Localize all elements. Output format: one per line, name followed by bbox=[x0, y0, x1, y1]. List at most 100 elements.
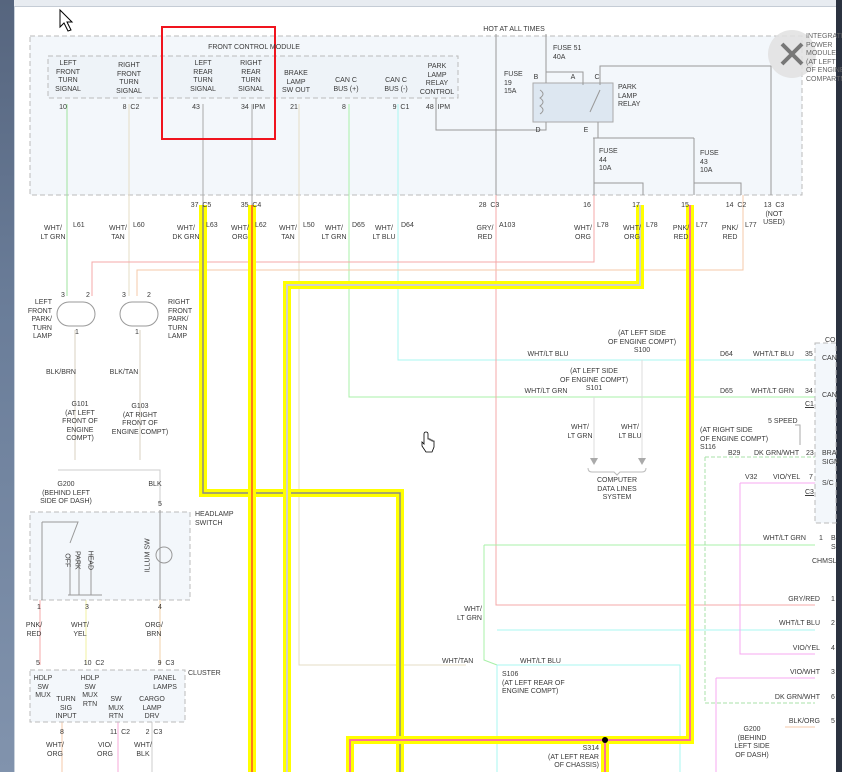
switch-pin: 5 bbox=[158, 501, 162, 508]
wire-color: PNK/ RED bbox=[25, 622, 43, 638]
connector-pin: 16 bbox=[583, 202, 591, 209]
fcm-circuit: CAN C BUS (+) bbox=[333, 77, 359, 93]
fcm-circuit: PARK LAMP RELAY CONTROL bbox=[419, 63, 455, 96]
wire-color: BLK bbox=[148, 481, 162, 488]
computer-data-lines-label: COMPUTER DATA LINES SYSTEM bbox=[596, 477, 638, 502]
lamp-pin: 2 bbox=[86, 292, 90, 299]
connector-pin: 35 C4 bbox=[240, 202, 262, 209]
relay-pin: B bbox=[533, 74, 539, 81]
close-icon bbox=[780, 42, 804, 66]
connector-pin: 13 C3 (NOT USED) bbox=[763, 202, 785, 227]
module-label-fragment: BRA SIGN bbox=[822, 450, 840, 466]
hand-cursor-icon bbox=[421, 431, 435, 453]
module-pin: 1 bbox=[819, 535, 823, 542]
wire-color: WHT/ BLK bbox=[134, 742, 152, 758]
wire-color: DK GRN/WHT bbox=[774, 694, 820, 701]
fcm-circuit: RIGHT FRONT TURN SIGNAL bbox=[116, 62, 142, 95]
left-front-lamp-label: LEFT FRONT PARK/ TURN LAMP bbox=[27, 299, 52, 341]
cluster-circuit: PANEL LAMPS bbox=[153, 675, 177, 691]
mouse-pointer-icon bbox=[59, 8, 74, 32]
wire-id: L61 bbox=[73, 222, 85, 229]
fcm-pin: 34 IPM bbox=[240, 104, 266, 111]
fcm-pin: 8 bbox=[342, 104, 346, 111]
fcm-circuit: BRAKE LAMP SW OUT bbox=[282, 70, 310, 95]
connector-label: C1 bbox=[805, 401, 814, 408]
fcm-circuit: LEFT FRONT TURN SIGNAL bbox=[55, 60, 81, 93]
connector-pin: 17 bbox=[632, 202, 640, 209]
relay-pin: A bbox=[570, 74, 576, 81]
wire-id: L62 bbox=[255, 222, 267, 229]
chmsl-label: CHMSL bbox=[812, 558, 837, 565]
cluster-label: CLUSTER bbox=[188, 670, 221, 677]
switch-pin: 3 bbox=[85, 604, 89, 611]
module-label-fragment: S/C bbox=[822, 480, 834, 487]
wire-color: BLK/BRN bbox=[46, 369, 76, 376]
connector-pin: 15 bbox=[681, 202, 689, 209]
connector-label: C3 bbox=[805, 489, 814, 496]
fcm-pin: 8 C2 bbox=[122, 104, 140, 111]
s314-splice-dot bbox=[602, 737, 608, 743]
module-pin: 2 bbox=[831, 620, 835, 627]
module-pin: 1 bbox=[831, 596, 835, 603]
fcm-pin: 21 bbox=[290, 104, 298, 111]
module-pin: 34 bbox=[805, 388, 813, 395]
wire-color: ORG/ BRN bbox=[145, 622, 163, 638]
wire-id: D64 bbox=[401, 222, 414, 229]
wire-color: WHT/ LT GRN bbox=[456, 606, 482, 622]
relay-pin: D bbox=[535, 127, 541, 134]
wire-color: DK GRN/WHT bbox=[754, 450, 800, 457]
cluster-circuit: HDLP SW MUX RTN bbox=[80, 675, 100, 708]
wire-id: L78 bbox=[646, 222, 658, 229]
cluster-pin: 2 C3 bbox=[145, 729, 163, 736]
wire-id: L77 bbox=[696, 222, 708, 229]
wire-id: D64 bbox=[720, 351, 733, 358]
right-module-box bbox=[814, 342, 837, 524]
wire-color: WHT/LT GRN bbox=[763, 535, 806, 542]
wire-color: WHT/ LT GRN bbox=[567, 424, 593, 440]
wire-color: BLK/ORG bbox=[788, 718, 820, 725]
wire-color: GRY/ RED bbox=[476, 225, 494, 241]
module-pin: 5 bbox=[831, 718, 835, 725]
cluster-pin: 11 C2 bbox=[109, 729, 131, 736]
s101-splice-label: (AT LEFT SIDE OF ENGINE COMPT) S101 bbox=[559, 368, 629, 393]
fuse-43-label: FUSE 43 10A bbox=[700, 150, 719, 175]
switch-pin: 4 bbox=[158, 604, 162, 611]
headlamp-switch-box bbox=[29, 511, 191, 601]
wiring-diagram bbox=[29, 8, 837, 772]
fcm-title: FRONT CONTROL MODULE bbox=[208, 44, 300, 51]
wire-color: WHT/TAN bbox=[442, 658, 474, 665]
wire-id: V32 bbox=[745, 474, 758, 481]
illum-switch-label: ILLUM SW bbox=[144, 538, 152, 573]
transmission-note: 5 SPEED bbox=[768, 418, 798, 425]
s314-splice-label: S314 (AT LEFT REAR OF CHASSIS) bbox=[548, 745, 599, 770]
wire-color: PNK/ RED bbox=[672, 225, 690, 241]
fcm-circuit: CAN C BUS (-) bbox=[384, 77, 408, 93]
wire-color: VIO/WHT bbox=[790, 669, 820, 676]
module-pin: 23 bbox=[806, 450, 814, 457]
lamp-pin: 1 bbox=[135, 329, 139, 336]
cluster-pin: 8 bbox=[60, 729, 64, 736]
wire-color: WHT/ ORG bbox=[46, 742, 64, 758]
wire-id: D65 bbox=[352, 222, 365, 229]
lamp-pin: 1 bbox=[75, 329, 79, 336]
relay-pin: C bbox=[594, 74, 600, 81]
wire-id: L77 bbox=[745, 222, 757, 229]
module-pin: 3 bbox=[831, 669, 835, 676]
relay-pin: E bbox=[583, 127, 589, 134]
wire-id: L63 bbox=[206, 222, 218, 229]
switch-position: HEAD bbox=[86, 550, 94, 571]
wire-color: WHT/LT BLU bbox=[527, 351, 569, 358]
fuse-44-label: FUSE 44 10A bbox=[599, 148, 618, 173]
wire-color: VIO/ ORG bbox=[97, 742, 113, 758]
lamp-pin: 3 bbox=[61, 292, 65, 299]
connector-pin: 14 C2 bbox=[725, 202, 747, 209]
wire-color: WHT/ ORG bbox=[231, 225, 249, 241]
wire-color: WHT/LT BLU bbox=[779, 620, 820, 627]
wire-color: WHT/ LT GRN bbox=[40, 225, 66, 241]
wire-color: WHT/LT GRN bbox=[524, 388, 568, 395]
wire-color: WHT/ TAN bbox=[109, 225, 127, 241]
fcm-pin: 48 IPM bbox=[425, 104, 451, 111]
wire-color: PNK/ RED bbox=[721, 225, 739, 241]
cluster-circuit: CARGO LAMP DRV bbox=[139, 696, 165, 721]
module-label-fragment: CAN bbox=[822, 392, 837, 399]
